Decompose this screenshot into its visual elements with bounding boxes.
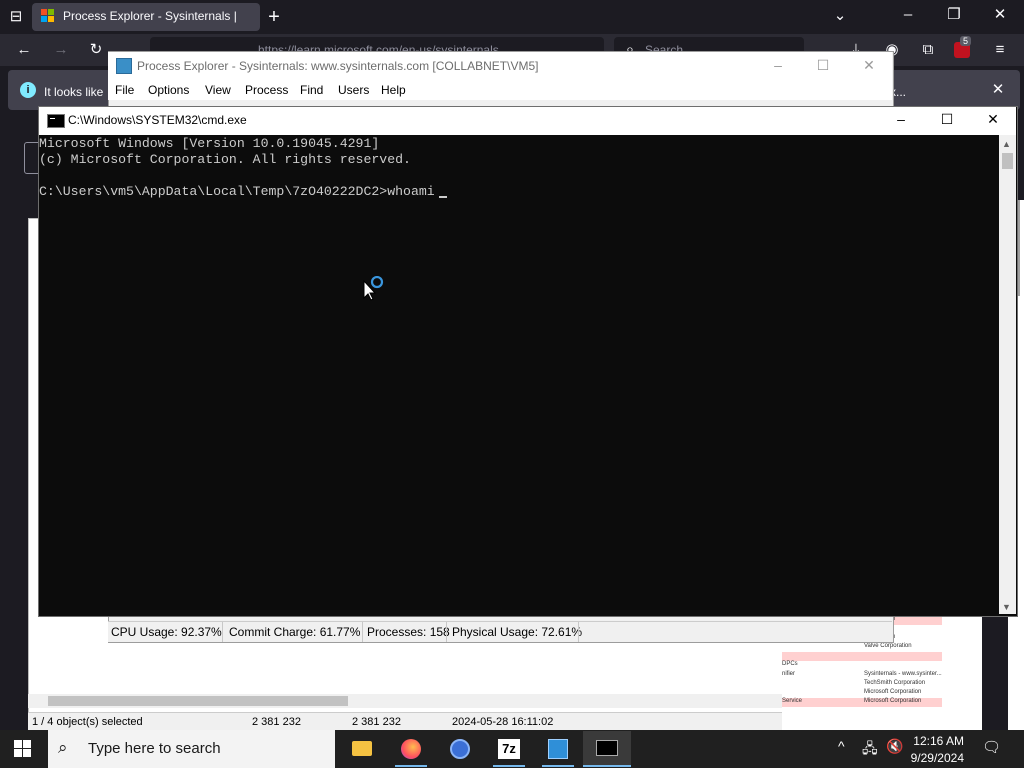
selected-count: 1 / 4 object(s) selected xyxy=(32,716,143,728)
chevron-up-icon[interactable]: ^ xyxy=(838,738,845,754)
menu-view[interactable]: View xyxy=(205,83,231,97)
process-explorer-status-bar: CPU Usage: 92.37% Commit Charge: 61.77% … xyxy=(108,621,892,642)
size-value-2: 2 381 232 xyxy=(352,716,401,728)
cmd-title: C:\Windows\SYSTEM32\cmd.exe xyxy=(68,113,247,127)
console-line: (c) Microsoft Corporation. All rights re… xyxy=(39,152,411,167)
info-text: It looks like xyxy=(44,85,104,99)
cpu-usage: CPU Usage: 92.37% xyxy=(111,625,222,639)
taskbar-cmd[interactable] xyxy=(583,731,631,767)
7zip-icon: 7z xyxy=(498,739,520,759)
menu-file[interactable]: File xyxy=(115,83,134,97)
clock-time[interactable]: 12:16 AM xyxy=(884,734,964,748)
taskbar-process-explorer[interactable] xyxy=(534,731,582,767)
clock-date[interactable]: 9/29/2024 xyxy=(884,751,964,765)
cmd-console[interactable] xyxy=(39,135,999,614)
menu-process[interactable]: Process xyxy=(245,83,288,97)
horizontal-scrollbar[interactable] xyxy=(28,694,782,708)
size-value-1: 2 381 232 xyxy=(252,716,301,728)
modified-date: 2024-05-28 16:11:02 xyxy=(452,716,554,728)
restore-icon[interactable]: ❐ xyxy=(944,5,964,25)
browser-icon xyxy=(450,739,470,759)
side-text: Microsoft Corporation xyxy=(864,689,922,695)
cmd-minimize-button[interactable]: – xyxy=(886,109,916,129)
menu-help[interactable]: Help xyxy=(381,83,406,97)
folder-icon xyxy=(352,741,372,756)
chevron-down-icon[interactable]: ⌄ xyxy=(830,6,850,26)
pe-maximize-button[interactable]: ☐ xyxy=(808,55,838,75)
lower-status-bar: 1 / 4 object(s) selected 2 381 232 2 381… xyxy=(28,712,782,731)
pe-close-button[interactable]: ✕ xyxy=(854,55,884,75)
network-icon[interactable]: 🖧 xyxy=(862,738,878,762)
tab-title: Process Explorer - Sysinternals | xyxy=(63,9,237,23)
commit-charge: Commit Charge: 61.77% xyxy=(229,625,361,639)
firefox-icon xyxy=(401,739,421,759)
side-text: DPCs xyxy=(782,661,798,667)
pe-minimize-button[interactable]: – xyxy=(763,55,793,75)
info-close-icon[interactable]: ✕ xyxy=(988,80,1008,100)
process-count: Processes: 158 xyxy=(367,625,450,639)
console-prompt-line: C:\Users\vm5\AppData\Local\Temp\7zO40222… xyxy=(39,184,435,199)
side-text: Service xyxy=(782,698,803,704)
tab-list-icon[interactable]: ⊟ xyxy=(6,7,26,27)
microsoft-logo-icon xyxy=(41,9,55,23)
info-icon: i xyxy=(20,82,36,98)
physical-usage: Physical Usage: 72.61% xyxy=(452,625,583,639)
menu-users[interactable]: Users xyxy=(338,83,369,97)
close-icon[interactable]: ✕ xyxy=(990,5,1010,25)
cmd-close-button[interactable]: ✕ xyxy=(978,109,1008,129)
side-text: Valve Corporation xyxy=(864,643,912,649)
busy-cursor-icon xyxy=(363,276,384,301)
cmd-app-icon xyxy=(47,114,65,128)
menu-icon[interactable]: ≡ xyxy=(990,40,1010,60)
cmd-icon xyxy=(596,740,618,756)
taskbar-search-placeholder: Type here to search xyxy=(88,740,221,757)
console-line: Microsoft Windows [Version 10.0.19045.42… xyxy=(39,136,380,151)
side-text: nifier xyxy=(782,671,796,677)
taskbar-file-explorer[interactable] xyxy=(338,731,386,767)
notifications-icon[interactable]: 🗨 xyxy=(982,738,1001,756)
forward-icon[interactable]: → xyxy=(51,40,71,60)
minimize-icon[interactable]: – xyxy=(898,5,918,25)
side-text: TechSmith Corporation xyxy=(864,680,926,686)
taskbar-browser-2[interactable] xyxy=(436,731,484,767)
side-text: Sysinternals - www.sysinter... xyxy=(864,671,942,677)
taskbar-firefox[interactable] xyxy=(387,731,435,767)
process-explorer-app-icon xyxy=(116,58,132,74)
menu-options[interactable]: Options xyxy=(148,83,189,97)
reload-icon[interactable]: ↻ xyxy=(86,40,106,60)
process-explorer-menubar: File Options View Process Find Users Hel… xyxy=(108,80,892,100)
menu-find[interactable]: Find xyxy=(300,83,323,97)
search-icon: ⌕ xyxy=(58,738,68,757)
new-tab-icon[interactable]: + xyxy=(264,7,284,27)
taskbar-7zip[interactable]: 7z xyxy=(485,731,533,767)
windows-start-icon[interactable] xyxy=(14,740,32,758)
cmd-scrollbar[interactable]: ▲ ▼ xyxy=(999,135,1016,614)
extension-badge: 5 xyxy=(960,36,972,46)
extensions-icon[interactable]: ⧉ xyxy=(918,40,938,60)
side-text: Microsoft Corporation xyxy=(864,698,922,704)
process-explorer-title: Process Explorer - Sysinternals: www.sys… xyxy=(137,59,539,73)
back-icon[interactable]: ← xyxy=(14,40,34,60)
cmd-maximize-button[interactable]: ☐ xyxy=(932,109,962,129)
process-explorer-icon xyxy=(548,739,568,759)
console-cursor xyxy=(439,196,447,198)
